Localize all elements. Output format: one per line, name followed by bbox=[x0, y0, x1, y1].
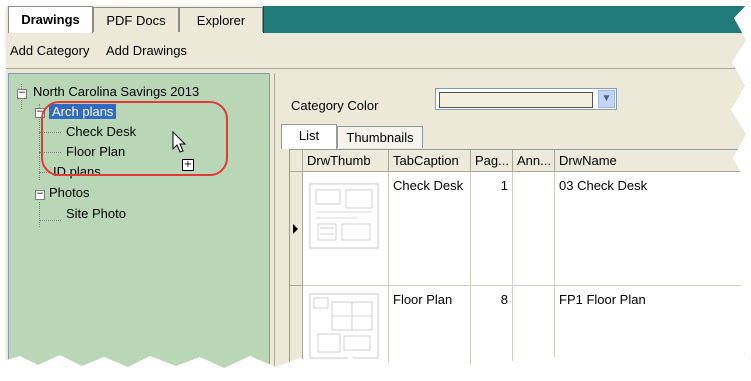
torn-edge-overlay bbox=[0, 0, 751, 381]
